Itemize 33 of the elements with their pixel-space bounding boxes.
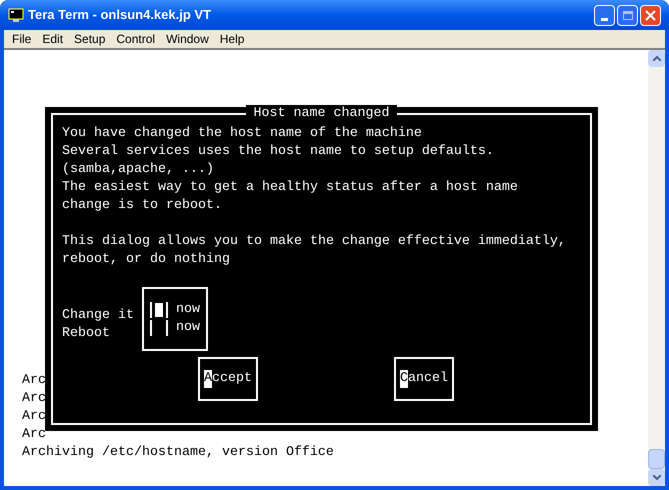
terminal-line: Arc [22,372,46,390]
terminal-app-icon [8,7,24,23]
maximize-button[interactable] [617,4,638,26]
terminal-line: Arc [22,426,46,444]
menu-item[interactable]: Control [112,30,160,48]
option-label: Change it [62,307,134,325]
scroll-down-button[interactable] [648,469,665,486]
dialog-text: The easiest way to get a healthy status after a host name [62,179,518,197]
option-label: Reboot [62,325,110,343]
menu-item[interactable]: Edit [38,30,68,48]
dialog-text: change is to reboot. [62,197,222,215]
dialog-text: (samba,apache, ...) [62,161,214,179]
dialog-text: This dialog allows you to make the change effective immediatly, [62,233,566,251]
scroll-thumb[interactable] [648,449,665,469]
dialog-button[interactable]: Accept [198,357,258,401]
terminal-line: Arc [22,408,46,426]
close-button[interactable] [640,4,661,26]
menu-item[interactable]: File [8,30,36,48]
close-icon [645,10,656,20]
dialog-button[interactable]: Cancel [394,357,454,401]
checkbox[interactable]: now [150,301,200,319]
terminal-line: Arc [22,390,46,408]
terminal-line: Archiving /etc/hostname, version Office [22,444,334,462]
menu-item[interactable]: Setup [70,30,110,48]
dialog-text: reboot, or do nothing [62,251,230,269]
dialog-text: You have changed the host name of the machine [62,125,422,143]
minimize-button[interactable] [594,4,615,26]
checkbox[interactable]: now [150,319,200,337]
window-title: Tera Term - onlsun4.kek.jp VT [28,6,212,24]
dialog-text: Several services uses the host name to setup defaults. [62,143,494,161]
menu-item[interactable]: Window [162,30,213,48]
scroll-up-button[interactable] [648,50,665,67]
menu-item[interactable]: Help [216,30,248,48]
